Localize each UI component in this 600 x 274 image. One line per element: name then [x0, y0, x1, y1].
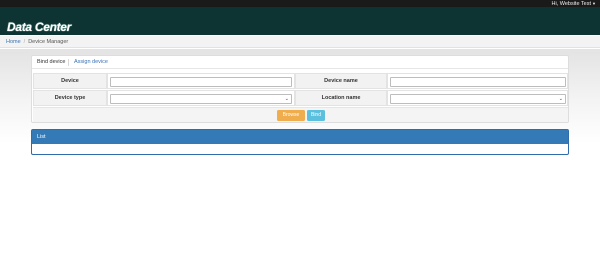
- tab-bar: Bind device Assign device: [32, 56, 568, 69]
- device-name-input[interactable]: [390, 77, 566, 87]
- device-input[interactable]: [110, 77, 292, 87]
- caret-down-icon: ▼: [592, 1, 596, 6]
- button-strip: Browse Bind: [33, 107, 568, 122]
- bind-button[interactable]: Bind: [307, 110, 325, 121]
- tab-bind-device[interactable]: Bind device: [37, 56, 65, 69]
- brand-bar: Data Center: [0, 7, 600, 35]
- form-row-type-location: Device type ⌄ Location name ⌄: [33, 90, 568, 106]
- browse-button[interactable]: Browse: [277, 110, 305, 121]
- user-menu[interactable]: Hi, Website Test▼: [551, 0, 596, 7]
- device-label: Device: [33, 73, 107, 89]
- device-name-label: Device name: [295, 73, 387, 89]
- device-type-label: Device type: [33, 90, 107, 106]
- location-name-select[interactable]: ⌄: [390, 94, 566, 104]
- form-row-device: Device Device name: [33, 73, 568, 89]
- chevron-down-icon: ⌄: [558, 96, 563, 102]
- device-form-panel: Bind device Assign device Device Device …: [31, 55, 569, 123]
- device-name-cell: [387, 73, 568, 89]
- location-name-cell: ⌄: [387, 90, 568, 106]
- list-panel: List: [31, 129, 569, 155]
- brand-logo[interactable]: Data Center: [7, 20, 71, 34]
- tab-divider: [68, 59, 69, 66]
- breadcrumb: Home / Device Manager: [0, 36, 600, 48]
- top-bar: Hi, Website Test▼: [0, 0, 600, 7]
- chevron-down-icon: ⌄: [284, 96, 289, 102]
- breadcrumb-home-link[interactable]: Home: [6, 39, 21, 45]
- list-title: List: [32, 130, 568, 144]
- device-cell: [107, 73, 295, 89]
- device-type-select[interactable]: ⌄: [110, 94, 292, 104]
- breadcrumb-separator: /: [23, 39, 26, 45]
- breadcrumb-current: Device Manager: [28, 39, 69, 45]
- location-name-label: Location name: [295, 90, 387, 106]
- device-type-cell: ⌄: [107, 90, 295, 106]
- tab-assign-device[interactable]: Assign device: [74, 56, 108, 69]
